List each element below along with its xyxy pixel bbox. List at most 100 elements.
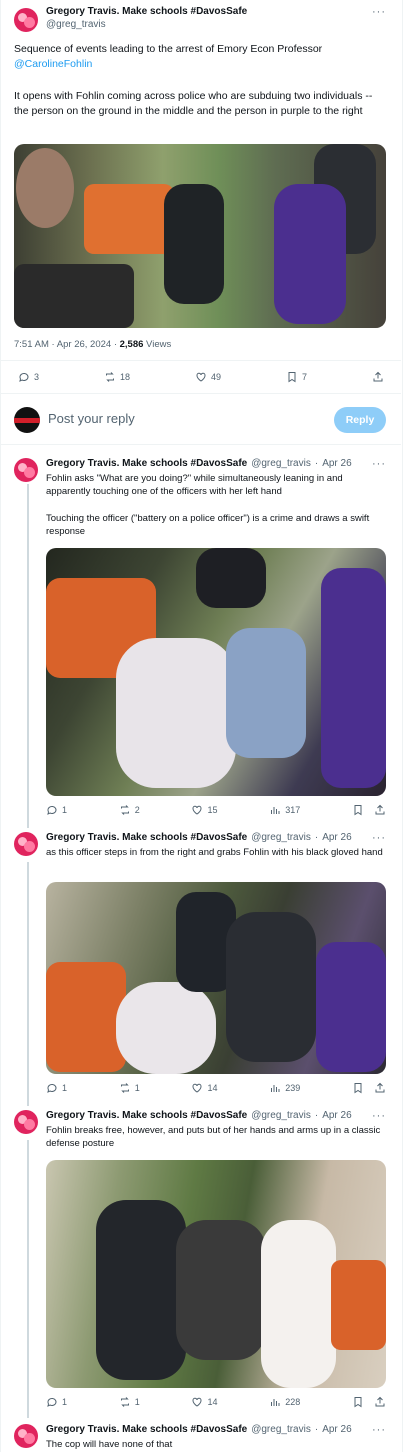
author-name[interactable]: Gregory Travis. Make schools #DavosSafe xyxy=(46,1424,247,1435)
author-avatar[interactable] xyxy=(14,832,38,856)
thread-tweet[interactable]: Gregory Travis. Make schools #DavosSafe … xyxy=(14,458,390,818)
repost-icon xyxy=(120,1083,129,1093)
share-button[interactable] xyxy=(372,371,384,383)
repost-icon xyxy=(120,1397,129,1407)
bookmark-button[interactable]: 7 xyxy=(286,371,307,383)
like-button[interactable]: 14 xyxy=(191,1396,217,1408)
more-icon[interactable]: ··· xyxy=(372,458,386,470)
views-button[interactable]: 239 xyxy=(269,1082,300,1094)
repost-count: 1 xyxy=(134,1083,140,1093)
share-icon[interactable] xyxy=(374,1082,386,1094)
tweet-text: Sequence of events leading to the arrest… xyxy=(14,42,382,72)
author-avatar[interactable] xyxy=(14,1110,38,1134)
tweet-actions: 1 2 15 317 xyxy=(46,804,386,816)
bookmark-icon[interactable] xyxy=(352,1396,364,1408)
divider xyxy=(0,360,401,361)
repost-button[interactable]: 18 xyxy=(104,371,130,383)
tweet-timestamp: 7:51 AM · Apr 26, 2024 · 2,586 Views xyxy=(14,339,171,350)
thread-tweet[interactable]: Gregory Travis. Make schools #DavosSafe … xyxy=(14,832,390,1094)
bookmark-icon[interactable] xyxy=(352,1082,364,1094)
tweet-actions: 1 1 14 228 xyxy=(46,1396,386,1408)
photo-figure-left xyxy=(16,148,74,228)
my-avatar[interactable] xyxy=(14,407,40,433)
photo-person-purple xyxy=(274,184,346,324)
bookmark-icon[interactable] xyxy=(352,804,364,816)
photo-fohlin-white xyxy=(116,638,236,788)
photo-tent xyxy=(331,1260,386,1350)
author-avatar[interactable] xyxy=(14,1424,38,1448)
reply-icon xyxy=(47,1083,57,1093)
share-icon[interactable] xyxy=(374,804,386,816)
author-name[interactable]: Gregory Travis. Make schools #DavosSafe xyxy=(46,6,247,17)
reply-button[interactable]: 1 xyxy=(46,804,67,816)
thread-tweet[interactable]: Gregory Travis. Make schools #DavosSafe … xyxy=(14,1110,390,1420)
author-handle[interactable]: @greg_travis xyxy=(46,19,247,30)
more-icon[interactable]: ··· xyxy=(372,6,386,18)
bookmark-share xyxy=(352,1082,386,1094)
views-count: 317 xyxy=(285,805,301,815)
reply-button[interactable]: 1 xyxy=(46,1082,67,1094)
share-icon[interactable] xyxy=(374,1396,386,1408)
author-name[interactable]: Gregory Travis. Make schools #DavosSafe xyxy=(46,832,247,843)
mention-link[interactable]: @CarolineFohlin xyxy=(14,58,92,70)
tweet-date[interactable]: Apr 26 xyxy=(322,1110,351,1121)
reply-submit-button[interactable]: Reply xyxy=(334,407,386,433)
reply-icon xyxy=(19,372,29,382)
tweet-text: as this officer steps in from the right … xyxy=(46,847,383,858)
photo-officer xyxy=(96,1200,186,1380)
like-button[interactable]: 15 xyxy=(191,804,217,816)
tweet-actions: 3 18 49 7 xyxy=(18,371,384,383)
views-icon xyxy=(271,807,280,814)
repost-button[interactable]: 1 xyxy=(119,1082,140,1094)
bookmark-share xyxy=(352,1396,386,1408)
tweet-time[interactable]: 7:51 AM · Apr 26, 2024 · xyxy=(14,339,120,350)
tweet-photo[interactable] xyxy=(46,1160,386,1388)
like-button[interactable]: 49 xyxy=(195,371,221,383)
author-handle[interactable]: @greg_travis xyxy=(251,832,311,843)
photo-tent xyxy=(46,962,126,1072)
like-count: 14 xyxy=(207,1397,218,1407)
reply-button[interactable]: 3 xyxy=(18,371,39,383)
like-button[interactable]: 14 xyxy=(191,1082,217,1094)
separator-dot: · xyxy=(314,458,319,469)
tweet-date[interactable]: Apr 26 xyxy=(322,832,351,843)
tweet-photo[interactable] xyxy=(46,548,386,796)
tweet-photo[interactable] xyxy=(46,882,386,1074)
tweet-photo[interactable] xyxy=(14,144,386,328)
like-count: 15 xyxy=(207,805,218,815)
more-icon[interactable]: ··· xyxy=(372,832,386,844)
more-icon[interactable]: ··· xyxy=(372,1424,386,1436)
photo-camera-crowd xyxy=(176,1220,266,1360)
tweet-date[interactable]: Apr 26 xyxy=(322,458,351,469)
separator-dot: · xyxy=(314,832,319,843)
reply-count: 1 xyxy=(62,805,68,815)
author-handle[interactable]: @greg_travis xyxy=(251,1424,311,1435)
like-icon xyxy=(196,372,206,382)
repost-button[interactable]: 1 xyxy=(119,1396,140,1408)
reply-input[interactable]: Post your reply xyxy=(48,411,135,426)
reply-composer: Post your reply Reply xyxy=(14,404,386,434)
separator-dot: · xyxy=(314,1424,319,1435)
repost-icon xyxy=(106,372,114,382)
photo-tent xyxy=(84,184,174,254)
author-handle[interactable]: @greg_travis xyxy=(251,458,311,469)
author-avatar[interactable] xyxy=(14,8,38,32)
views-button[interactable]: 317 xyxy=(269,804,300,816)
reply-button[interactable]: 1 xyxy=(46,1396,67,1408)
views-count: 239 xyxy=(285,1083,301,1093)
thread-tweet[interactable]: Gregory Travis. Make schools #DavosSafe … xyxy=(14,1424,390,1452)
more-icon[interactable]: ··· xyxy=(372,1110,386,1122)
author-avatar[interactable] xyxy=(14,458,38,482)
repost-button[interactable]: 2 xyxy=(119,804,140,816)
tweet-text-2: It opens with Fohlin coming across polic… xyxy=(14,90,373,117)
separator-dot: · xyxy=(314,1110,319,1121)
views-button[interactable]: 228 xyxy=(269,1396,300,1408)
tweet-date[interactable]: Apr 26 xyxy=(322,1424,351,1435)
author-handle[interactable]: @greg_travis xyxy=(251,1110,311,1121)
author-name[interactable]: Gregory Travis. Make schools #DavosSafe xyxy=(46,458,247,469)
photo-officer-center xyxy=(164,184,224,304)
repost-count: 1 xyxy=(134,1397,140,1407)
author-name[interactable]: Gregory Travis. Make schools #DavosSafe xyxy=(46,1110,247,1121)
tweet-actions: 1 1 14 239 xyxy=(46,1082,386,1094)
photo-foreground xyxy=(14,264,134,328)
